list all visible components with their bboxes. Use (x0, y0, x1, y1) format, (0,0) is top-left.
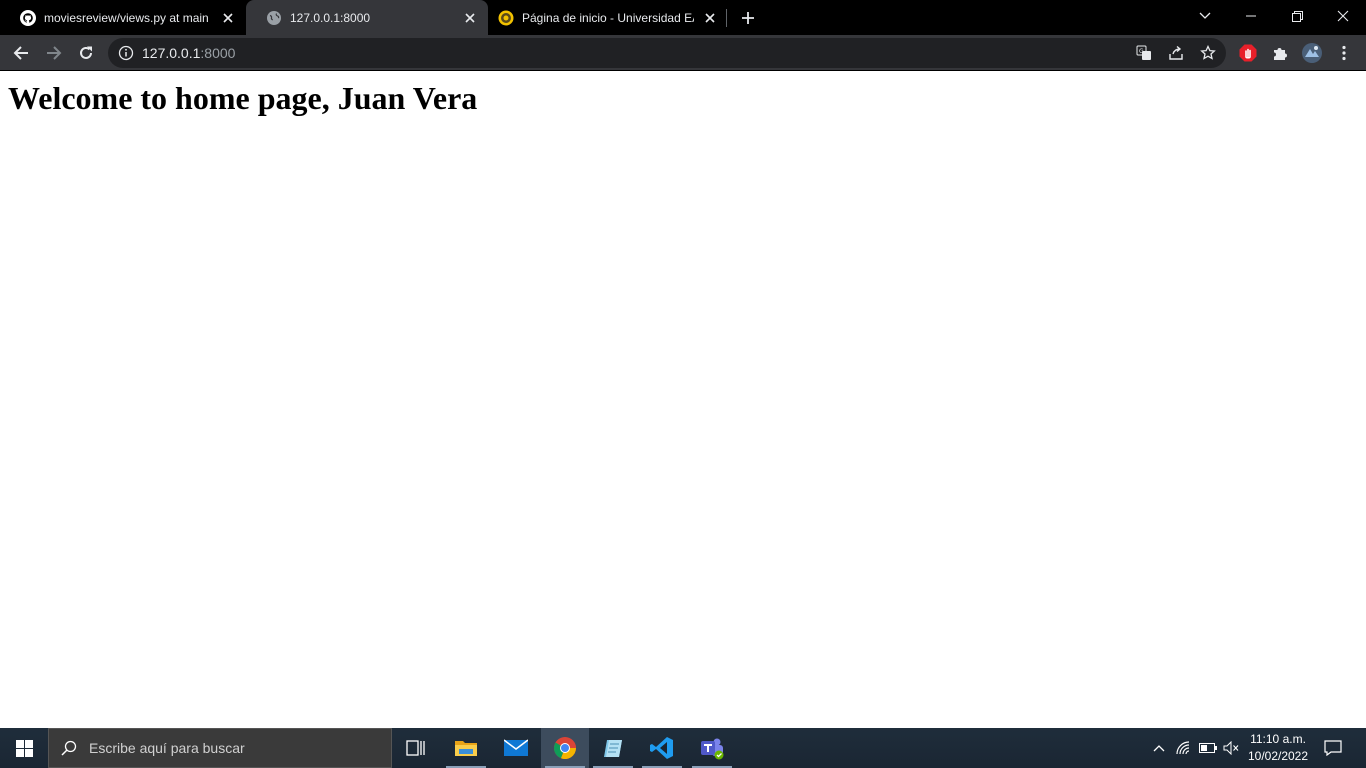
tab-title: Página de inicio - Universidad EA (522, 10, 694, 25)
volume-button[interactable] (1220, 728, 1242, 768)
page-content: Welcome to home page, Juan Vera (0, 71, 1366, 728)
bookmark-star-icon[interactable] (1200, 45, 1216, 61)
arrow-left-icon (13, 46, 28, 60)
chrome-icon (553, 737, 577, 760)
file-explorer-icon (455, 741, 477, 756)
more-vertical-icon (1342, 45, 1346, 61)
close-icon[interactable] (462, 10, 478, 26)
translate-icon[interactable]: G (1136, 45, 1152, 61)
windows-logo-icon (15, 739, 33, 757)
profile-avatar-button[interactable] (1298, 39, 1326, 67)
tab-strip: moviesreview/views.py at main · 127.0.0.… (0, 0, 1366, 35)
file-explorer-button[interactable] (442, 728, 490, 768)
stop-hand-icon (1239, 44, 1257, 62)
github-icon (20, 9, 36, 26)
tab-title: moviesreview/views.py at main · (44, 10, 212, 25)
address-bar[interactable]: 127.0.0.1:8000 G (108, 38, 1226, 68)
new-tab-button[interactable] (736, 6, 760, 30)
forward-button[interactable] (40, 39, 68, 67)
avatar-icon (1302, 43, 1322, 63)
task-view-button[interactable] (392, 728, 440, 768)
tab-title: 127.0.0.1:8000 (290, 10, 371, 25)
minimize-icon (1246, 15, 1256, 17)
chrome-button[interactable] (541, 728, 589, 768)
battery-button[interactable] (1196, 728, 1220, 768)
search-icon (49, 728, 89, 768)
notifications-button[interactable] (1316, 728, 1350, 768)
back-button[interactable] (7, 39, 35, 67)
mail-icon (504, 739, 528, 756)
info-icon[interactable] (118, 45, 134, 61)
show-hidden-icons-button[interactable] (1148, 728, 1170, 768)
vscode-icon (650, 737, 673, 759)
close-window-button[interactable] (1320, 0, 1366, 32)
restore-button[interactable] (1274, 0, 1320, 32)
close-icon[interactable] (702, 10, 718, 26)
task-view-icon (406, 740, 425, 756)
taskbar-search-box[interactable]: Escribe aquí para buscar (48, 728, 392, 768)
url-text[interactable]: 127.0.0.1:8000 (142, 45, 235, 61)
chevron-up-icon (1153, 745, 1165, 752)
clock-date: 10/02/2022 (1247, 749, 1309, 763)
url-port: :8000 (200, 45, 236, 61)
url-host: 127.0.0.1 (142, 45, 201, 61)
wifi-icon (1176, 741, 1190, 755)
minimize-button[interactable] (1228, 0, 1274, 32)
volume-muted-icon (1223, 741, 1239, 755)
tab-localhost[interactable]: 127.0.0.1:8000 (246, 0, 488, 35)
arrow-right-icon (47, 46, 62, 60)
menu-button[interactable] (1330, 39, 1358, 67)
browser-toolbar: 127.0.0.1:8000 G (0, 35, 1366, 71)
tab-github[interactable]: moviesreview/views.py at main · (0, 0, 246, 35)
share-icon[interactable] (1168, 45, 1184, 61)
notes-icon (604, 740, 622, 757)
vscode-button[interactable] (638, 728, 686, 768)
notification-icon (1324, 740, 1342, 756)
close-icon[interactable] (220, 10, 236, 26)
university-icon (498, 10, 514, 26)
chevron-down-icon (1199, 12, 1211, 19)
search-placeholder: Escribe aquí para buscar (89, 740, 245, 756)
globe-icon (266, 10, 282, 26)
puzzle-icon (1274, 48, 1287, 60)
extension-adblock-button[interactable] (1234, 39, 1262, 67)
reload-icon (80, 46, 92, 59)
page-heading: Welcome to home page, Juan Vera (8, 80, 478, 116)
tab-search-button[interactable] (1182, 0, 1228, 32)
windows-taskbar: Escribe aquí para buscar 11:10 a.m. 10/0… (0, 728, 1366, 768)
system-clock[interactable]: 11:10 a.m. 10/02/2022 (1242, 731, 1314, 765)
battery-icon (1199, 743, 1217, 753)
notes-app-button[interactable] (589, 728, 637, 768)
extensions-button[interactable] (1266, 39, 1294, 67)
plus-icon (742, 12, 754, 24)
teams-icon (701, 738, 724, 760)
network-button[interactable] (1172, 728, 1196, 768)
clock-time: 11:10 a.m. (1250, 732, 1306, 746)
teams-button[interactable] (688, 728, 736, 768)
close-icon (1337, 10, 1349, 22)
tab-universidad[interactable]: Página de inicio - Universidad EA (488, 0, 728, 35)
tab-divider (726, 9, 727, 27)
mail-button[interactable] (492, 728, 540, 768)
svg-text:G: G (1139, 48, 1144, 55)
reload-button[interactable] (72, 39, 100, 67)
restore-icon (1291, 10, 1303, 22)
start-button[interactable] (0, 728, 48, 768)
